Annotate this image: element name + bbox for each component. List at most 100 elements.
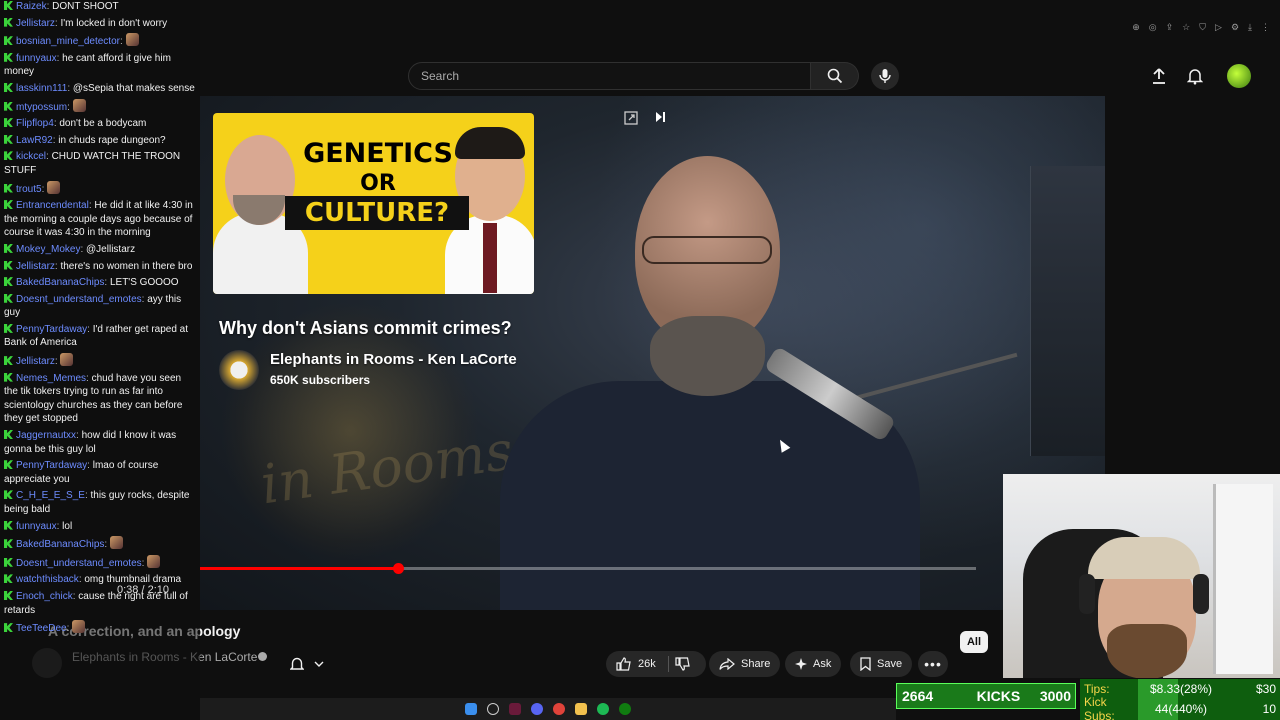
kick-badge-icon [4, 151, 13, 161]
chat-username[interactable]: funnyaux [16, 53, 57, 64]
subs-row: Kick Subs: 44(440%) 10 [1084, 695, 1276, 720]
like-count[interactable]: 26k [638, 658, 656, 670]
shield-icon[interactable]: ⛉ [1199, 22, 1206, 33]
chat-username[interactable]: kickcel [16, 151, 46, 162]
chat-username[interactable]: Jellistarz [16, 356, 55, 367]
end-screen-channel-name[interactable]: Elephants in Rooms - Ken LaCorte [270, 351, 517, 368]
chat-text: LET'S GOOOO [109, 277, 179, 289]
upload-button[interactable] [1147, 64, 1171, 88]
chat-username[interactable]: Enoch_chick [16, 591, 73, 602]
chat-username[interactable]: Raizek [16, 1, 47, 12]
chat-username[interactable]: funnyaux [16, 521, 57, 532]
chat-emote-icon [147, 554, 161, 568]
share-icon[interactable]: ⇪ [1166, 22, 1174, 33]
chat-message: Jellistarz: there's no women in there br… [4, 260, 196, 274]
progress-played [200, 567, 398, 570]
chat-message: TeeTeeDee: [4, 620, 196, 636]
skip-next-icon[interactable] [654, 111, 666, 123]
download-icon[interactable]: ⤓ [1248, 22, 1252, 33]
thumbnail-text-1: GENETICS [303, 138, 453, 169]
tips-goal: $30 [1255, 682, 1276, 696]
chat-message: Nemes_Memes: chud have you seen the tik … [4, 372, 196, 426]
filter-chip-all[interactable]: All [960, 631, 988, 653]
voice-search-button[interactable] [871, 62, 899, 90]
chat-username[interactable]: BakedBananaChips [16, 539, 104, 550]
chat-username[interactable]: Jaggernautxx [16, 430, 76, 441]
chat-message: PennyTardaway: lmao of course appreciate… [4, 459, 196, 486]
extension-icon[interactable]: ◎ [1149, 22, 1157, 33]
ask-label: Ask [813, 658, 832, 670]
chat-username[interactable]: PennyTardaway [16, 324, 87, 335]
bookmark-icon [860, 657, 871, 671]
search-button[interactable] [811, 62, 859, 90]
chat-message: trout5: [4, 180, 196, 197]
chat-username[interactable]: watchthisback [16, 574, 79, 585]
chat-emote-icon [125, 33, 139, 47]
menu-icon[interactable]: ⋮ [1261, 22, 1270, 33]
ask-button[interactable]: Ask [785, 651, 842, 677]
like-icon[interactable] [616, 657, 632, 671]
chat-username[interactable]: BakedBananaChips [16, 277, 104, 288]
chat-username[interactable]: Entrancendental [16, 200, 89, 211]
thumbnail-text-2: OR [360, 171, 396, 196]
chat-message: Mokey_Mokey: @Jellistarz [4, 243, 196, 257]
bell-icon [290, 657, 304, 670]
kick-badge-icon [4, 539, 13, 549]
kick-badge-icon [4, 200, 13, 210]
play-icon[interactable]: ▷ [1215, 22, 1222, 33]
chat-message: Jellistarz: [4, 353, 196, 369]
more-actions-button[interactable]: ••• [918, 651, 948, 677]
chat-username[interactable]: LawR92 [16, 135, 53, 146]
chat-username[interactable]: Flipflop4 [16, 118, 54, 129]
subs-value: 44(440%) [1154, 702, 1208, 716]
upload-icon [1153, 68, 1165, 84]
share-icon [719, 658, 735, 670]
chat-message: Doesnt_understand_emotes: ayy this guy [4, 293, 196, 320]
progress-scrubber[interactable] [392, 563, 404, 574]
chat-username[interactable]: Doesnt_understand_emotes [16, 294, 142, 305]
kick-badge-icon [4, 372, 13, 382]
chat-username[interactable]: bosnian_mine_detector [16, 36, 120, 47]
chat-username[interactable]: lasskinn111 [16, 83, 67, 94]
end-screen-title[interactable]: Why don't Asians commit crimes? [219, 318, 512, 339]
video-player[interactable]: in Rooms GENETICS OR CULTURE? Why don't … [200, 96, 1105, 610]
chrome-icon[interactable] [553, 703, 565, 715]
chat-username[interactable]: Doesnt_understand_emotes [16, 558, 142, 569]
dislike-icon[interactable] [675, 657, 691, 671]
miniplayer-icon[interactable] [624, 111, 638, 125]
save-button[interactable]: Save [850, 651, 913, 677]
chat-text: I'm locked in don't worry [60, 17, 168, 29]
share-label: Share [741, 658, 771, 670]
chat-username[interactable]: C_H_E_E_S_E [16, 490, 85, 501]
end-screen-thumbnail[interactable]: GENETICS OR CULTURE? [213, 113, 534, 294]
start-icon[interactable] [465, 703, 477, 715]
notifications-button[interactable] [1183, 64, 1207, 88]
chat-message: funnyaux: lol [4, 520, 196, 534]
browser-icon[interactable] [509, 703, 521, 715]
chat-username[interactable]: PennyTardaway [16, 460, 87, 471]
end-screen-channel-avatar[interactable] [219, 350, 259, 390]
progress-bar[interactable] [200, 563, 976, 574]
search-input[interactable]: Search [408, 62, 811, 90]
kicks-label: KICKS [976, 688, 1021, 704]
windows-taskbar [200, 698, 896, 720]
subscribe-bell-button[interactable] [290, 651, 342, 677]
chat-username[interactable]: mtypossum [16, 102, 67, 113]
puzzle-icon[interactable]: ⚙ [1231, 22, 1239, 33]
chat-username[interactable]: Mokey_Mokey [16, 244, 80, 255]
discord-icon[interactable] [531, 703, 543, 715]
chat-username[interactable]: Jellistarz [16, 261, 55, 272]
chat-username[interactable]: TeeTeeDee [16, 623, 67, 634]
bookmark-icon[interactable]: ☆ [1182, 22, 1190, 33]
account-avatar[interactable] [1227, 64, 1251, 88]
search-icon[interactable] [487, 703, 499, 715]
zoom-icon[interactable]: ⊕ [1132, 22, 1140, 33]
more-icon: ••• [924, 656, 942, 672]
chat-username[interactable]: Jellistarz [16, 18, 55, 29]
folder-icon[interactable] [575, 703, 587, 715]
chat-username[interactable]: trout5 [16, 184, 42, 195]
xbox-icon[interactable] [619, 703, 631, 715]
share-button[interactable]: Share [709, 651, 781, 677]
chat-username[interactable]: Nemes_Memes [16, 373, 86, 384]
spotify-icon[interactable] [597, 703, 609, 715]
